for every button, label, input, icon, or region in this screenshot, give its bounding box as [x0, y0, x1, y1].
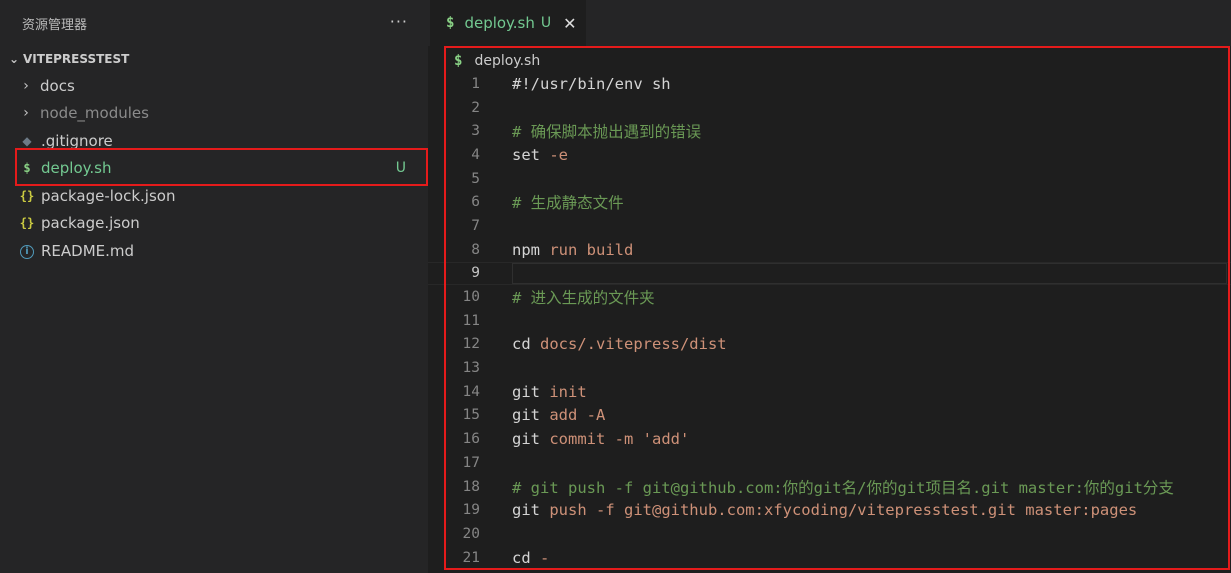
chevron-down-icon: ⌄ — [8, 52, 20, 66]
shell-icon: $ — [446, 15, 455, 31]
workspace-root-label: VITEPRESSTEST — [23, 52, 130, 66]
git-icon: ◆ — [22, 133, 32, 148]
tree-item-label: README.md — [41, 241, 135, 260]
tree-item-readme-md[interactable]: i README.md — [0, 237, 428, 265]
tree-item-label: package.json — [41, 214, 140, 233]
untracked-badge: U — [540, 15, 552, 31]
json-icon: {} — [19, 216, 35, 231]
tab-deploy-sh[interactable]: $ deploy.sh U ✕ — [430, 0, 586, 46]
tree-item-label: docs — [40, 76, 75, 95]
more-actions-button[interactable]: ··· — [390, 12, 408, 31]
highlight-box-editor — [444, 46, 1230, 570]
code-editor[interactable]: $ deploy.sh 1 #!/usr/bin/env sh 2 3 # 确保脚本抛出… — [428, 46, 1231, 573]
tree-item-label: node_modules — [40, 104, 149, 123]
tree-item-package-json[interactable]: {} package.json — [0, 210, 428, 238]
info-icon: i — [20, 244, 34, 259]
info-icon-wrap: i — [17, 243, 37, 259]
explorer-title: 资源管理器 — [22, 17, 88, 33]
explorer-header: 资源管理器 ··· — [0, 0, 428, 46]
chevron-right-icon: › — [23, 77, 29, 94]
tab-bar: $ deploy.sh U ✕ — [428, 0, 1231, 46]
tab-label: deploy.sh — [464, 14, 535, 32]
chevron-right-icon: › — [23, 105, 29, 122]
tree-item-node-modules[interactable]: › node_modules — [0, 100, 428, 128]
workspace-root[interactable]: ⌄ VITEPRESSTEST — [0, 46, 428, 72]
close-icon[interactable]: ✕ — [563, 14, 576, 33]
highlight-box-deploy — [15, 148, 428, 186]
tree-item-package-lock-json[interactable]: {} package-lock.json — [0, 182, 428, 210]
explorer-sidebar: 资源管理器 ··· ⌄ VITEPRESSTEST › docs › node_… — [0, 0, 428, 573]
tree-item-docs[interactable]: › docs — [0, 72, 428, 100]
tree-item-label: package-lock.json — [41, 186, 176, 205]
json-icon: {} — [19, 188, 35, 203]
